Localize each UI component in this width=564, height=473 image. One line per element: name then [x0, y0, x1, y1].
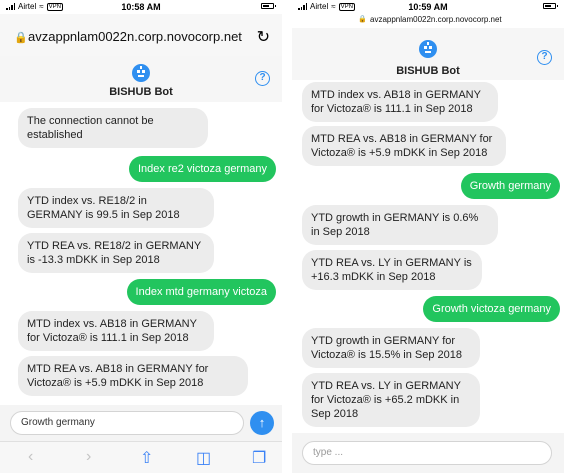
- help-icon[interactable]: ?: [255, 71, 270, 86]
- status-bar: Airtel ≈ VPN 10:59 AM: [292, 0, 564, 14]
- bot-avatar-icon: [132, 64, 150, 82]
- message-input[interactable]: type ...: [302, 441, 552, 465]
- bot-message: MTD index vs. AB18 in GERMANY for Victoz…: [302, 82, 498, 122]
- input-bar: Growth germany ↑: [0, 405, 282, 441]
- url-text[interactable]: avzappnlam0022n.corp.novocorp.net: [370, 15, 502, 24]
- status-bar: Airtel ≈ VPN 10:58 AM: [0, 0, 282, 14]
- forward-icon[interactable]: ›: [86, 448, 91, 466]
- user-message: Growth germany: [460, 173, 560, 199]
- bot-header: BISHUB Bot ?: [0, 56, 282, 102]
- bot-message: MTD REA vs. AB18 in GERMANY for Victoza®…: [302, 126, 506, 166]
- url-bar[interactable]: 🔒 avzappnlam0022n.corp.novocorp.net: [292, 14, 564, 28]
- bot-message: MTD REA vs. AB18 in GERMANY for Victoza®…: [18, 356, 248, 396]
- bot-message: YTD growth in GERMANY for Victoza® is 15…: [302, 328, 480, 368]
- bot-message: YTD index vs. RE18/2 in GERMANY is 99.5 …: [18, 188, 214, 228]
- status-time: 10:58 AM: [121, 2, 161, 12]
- bot-title: BISHUB Bot: [109, 86, 173, 98]
- bot-message: YTD REA vs. LY in GERMANY is +16.3 mDKK …: [302, 250, 482, 290]
- battery-icon: [543, 3, 558, 9]
- bot-header: BISHUB Bot ?: [292, 28, 564, 80]
- help-icon[interactable]: ?: [537, 50, 552, 65]
- url-bar[interactable]: 🔒 avzappnlam0022n.corp.novocorp.net ↻: [0, 14, 282, 56]
- message-input[interactable]: Growth germany: [10, 411, 244, 435]
- chat-log[interactable]: The connection cannot be established Ind…: [0, 102, 282, 405]
- bot-message: YTD growth in GERMANY is 0.6% in Sep 201…: [302, 205, 498, 245]
- bookmarks-icon[interactable]: ◫: [196, 448, 211, 468]
- back-icon[interactable]: ‹: [28, 448, 33, 466]
- user-message: Index re2 victoza germany: [128, 156, 276, 182]
- url-text[interactable]: avzappnlam0022n.corp.novocorp.net: [28, 29, 242, 44]
- bot-avatar-icon: [419, 40, 437, 58]
- safari-toolbar: ‹ › ⇧ ◫ ❐: [0, 441, 282, 473]
- bot-title: BISHUB Bot: [396, 65, 460, 77]
- battery-icon: [261, 3, 276, 9]
- bot-message: MTD index vs. AB18 in GERMANY for Victoz…: [18, 311, 214, 351]
- user-message: Growth victoza germany: [423, 296, 560, 322]
- reload-icon[interactable]: ↻: [257, 27, 270, 47]
- lock-icon: 🔒: [358, 16, 367, 23]
- input-bar: type ...: [292, 433, 564, 473]
- phone-left: Airtel ≈ VPN 10:58 AM 🔒 avzappnlam0022n.…: [0, 0, 282, 473]
- bot-message: YTD REA vs. RE18/2 in GERMANY is -13.3 m…: [18, 233, 214, 273]
- bot-message: YTD REA vs. LY in GERMANY for Victoza® i…: [302, 373, 480, 427]
- share-icon[interactable]: ⇧: [140, 448, 153, 468]
- status-time: 10:59 AM: [408, 2, 448, 12]
- chat-log[interactable]: MTD index vs. AB18 in GERMANY for Victoz…: [292, 80, 564, 432]
- tabs-icon[interactable]: ❐: [252, 448, 266, 468]
- bot-message: The connection cannot be established: [18, 108, 208, 148]
- send-icon[interactable]: ↑: [250, 411, 274, 435]
- lock-icon: 🔒: [14, 32, 28, 44]
- phone-right: Airtel ≈ VPN 10:59 AM 🔒 avzappnlam0022n.…: [292, 0, 564, 473]
- user-message: Index mtd germany victoza: [126, 279, 276, 305]
